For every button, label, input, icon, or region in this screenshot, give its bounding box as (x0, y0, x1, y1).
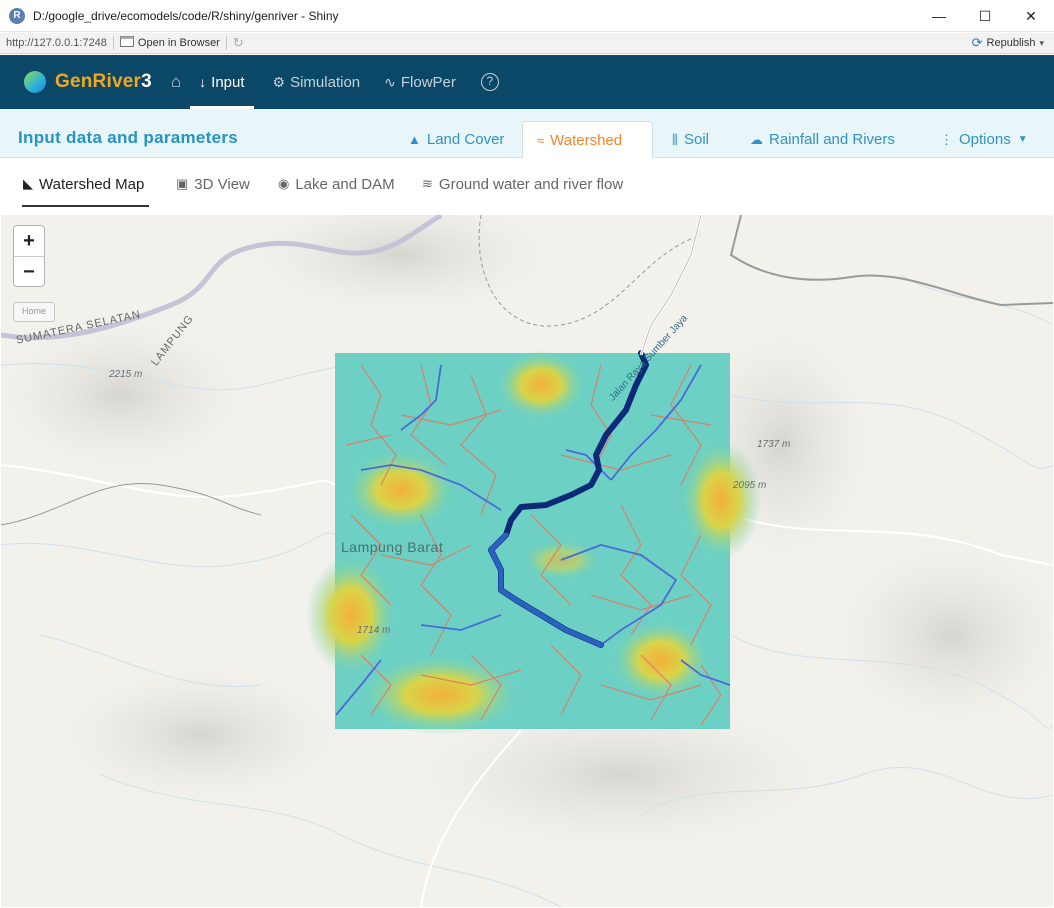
nav-home[interactable]: ⌂ (162, 55, 190, 109)
toolbar-divider (225, 36, 227, 50)
tab-watershed[interactable]: ≈ Watershed (522, 121, 653, 159)
home-button[interactable]: Home (13, 302, 55, 322)
nav-flowper-label: FlowPer (400, 73, 456, 91)
mountain-icon: ◣ (23, 176, 33, 191)
open-in-browser-button[interactable]: Open in Browser (119, 36, 220, 50)
nav-simulation-label: Simulation (290, 73, 361, 91)
chevron-down-icon: ▾ (1039, 37, 1044, 48)
zoom-control: + − (13, 225, 45, 287)
map-canvas (1, 215, 1053, 907)
nav-input-label: Input (211, 73, 245, 91)
tab-soil[interactable]: ⫼ Soil (658, 121, 723, 158)
brand-name-suffix: 3 (141, 71, 152, 92)
peak-label-1: 2215 m (109, 369, 143, 380)
cloud-icon: ☁ (750, 131, 763, 147)
zoom-in-button[interactable]: + (14, 226, 44, 256)
subtab-bar: ◣ Watershed Map ▣ 3D View ◉ Lake and DAM… (0, 158, 1054, 214)
cube-icon: ▣ (176, 176, 189, 191)
tab-soil-label: Soil (683, 131, 709, 148)
maximize-button[interactable]: ☐ (962, 0, 1008, 32)
republish-label: Republish (986, 37, 1036, 49)
district-label-lampung-barat: Lampung Barat (341, 539, 444, 555)
kebab-icon: ⋮ (940, 131, 953, 147)
tab-rainfall-rivers[interactable]: ☁ Rainfall and Rivers (736, 121, 909, 158)
tab-options-label: Options (959, 131, 1011, 148)
brand-name-prefix: GenRiver (55, 71, 142, 92)
window-title: D:/google_drive/ecomodels/code/R/shiny/g… (33, 8, 339, 23)
window-title-bar: R D:/google_drive/ecomodels/code/R/shiny… (0, 0, 1054, 32)
url-text[interactable]: http://127.0.0.1:7248 (6, 37, 107, 49)
fish-icon: ◉ (278, 176, 290, 191)
subtab-watershed-map-label: Watershed Map (39, 176, 145, 193)
toolbar-divider (112, 36, 114, 50)
gears-icon: ⚙ (272, 73, 286, 90)
brand-name: GenRiver3 (55, 71, 152, 93)
tab-land-cover-label: Land Cover (426, 131, 505, 148)
tree-icon: ▲ (408, 132, 421, 147)
nav-input[interactable]: ↓ Input (190, 55, 254, 109)
wave-icon: ∿ (384, 73, 396, 90)
minimize-button[interactable]: — (916, 0, 962, 32)
subtab-3d-view-label: 3D View (194, 176, 250, 193)
tab-land-cover[interactable]: ▲ Land Cover (394, 121, 518, 158)
water-wave-icon: ≋ (422, 176, 433, 191)
caret-down-icon: ▼ (1017, 134, 1028, 145)
nav-simulation[interactable]: ⚙ Simulation (264, 55, 370, 109)
brand[interactable]: GenRiver3 (24, 71, 152, 93)
subtab-3d-view[interactable]: ▣ 3D View (176, 176, 250, 206)
subtab-groundwater-flow-label: Ground water and river flow (438, 176, 624, 193)
tab-options[interactable]: ⋮ Options ▼ (926, 121, 1042, 158)
tab-rainfall-rivers-label: Rainfall and Rivers (769, 131, 895, 148)
watershed-map[interactable]: + − Home SUMATERA SELATAN LAMPUNG 2215 m… (1, 215, 1053, 907)
peak-label-4: 1714 m (357, 625, 391, 636)
genriver-logo-icon (24, 71, 46, 93)
window-controls: — ☐ ✕ (916, 0, 1054, 32)
app-navbar: GenRiver3 ⌂ ↓ Input ⚙ Simulation ∿ FlowP… (0, 55, 1054, 109)
arrow-down-icon: ↓ (199, 74, 207, 90)
peak-label-3: 2095 m (733, 480, 767, 491)
subtab-lake-dam[interactable]: ◉ Lake and DAM (278, 176, 395, 206)
browser-window-icon (119, 36, 134, 50)
district-boundary (729, 215, 1053, 307)
republish-icon: ⟳ (971, 35, 983, 50)
refresh-icon[interactable]: ↻ (233, 35, 244, 51)
nav-flowper[interactable]: ∿ FlowPer (375, 55, 465, 109)
section-header: Input data and parameters ▲ Land Cover ≈… (0, 109, 1054, 159)
republish-button[interactable]: ⟳ Republish ▾ (972, 35, 1044, 51)
district-boundary-west (1, 483, 262, 526)
soil-icon: ⫼ (672, 131, 678, 147)
page-title: Input data and parameters (18, 128, 239, 147)
home-icon: ⌂ (170, 72, 182, 91)
subtab-groundwater-flow[interactable]: ≋ Ground water and river flow (422, 176, 623, 206)
close-button[interactable]: ✕ (1008, 0, 1054, 32)
zoom-out-button[interactable]: − (14, 256, 44, 286)
subtab-watershed-map[interactable]: ◣ Watershed Map (21, 176, 150, 207)
water-icon: ≈ (537, 133, 545, 148)
r-app-icon: R (9, 7, 25, 24)
help-icon[interactable]: ? (480, 73, 499, 91)
peak-label-2: 1737 m (757, 439, 791, 450)
subtab-lake-dam-label: Lake and DAM (295, 176, 395, 193)
tab-watershed-label: Watershed (550, 132, 623, 149)
open-in-browser-label: Open in Browser (137, 37, 220, 49)
browser-toolbar: http://127.0.0.1:7248 Open in Browser ↻ … (0, 33, 1054, 54)
